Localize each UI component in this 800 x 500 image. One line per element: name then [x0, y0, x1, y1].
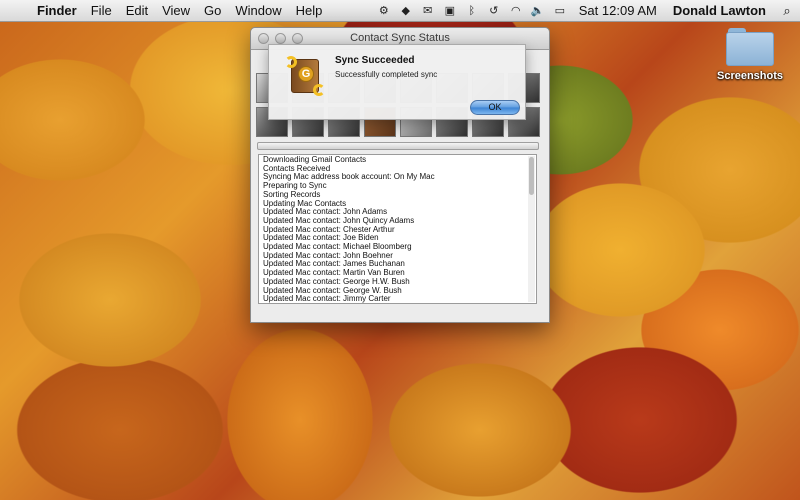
sync-log[interactable]: Downloading Gmail Contacts Contacts Recei… — [258, 154, 537, 304]
user-menu[interactable]: Donald Lawton — [665, 3, 774, 18]
menu-file[interactable]: File — [84, 3, 119, 18]
menu-window[interactable]: Window — [228, 3, 288, 18]
menu-view[interactable]: View — [155, 3, 197, 18]
menu-clock[interactable]: Sat 12:09 AM — [571, 3, 665, 18]
envelope-icon[interactable]: ✉ — [417, 0, 439, 22]
log-line: Updated Mac contact: Jimmy Carter — [263, 294, 391, 304]
bluetooth-icon[interactable]: ᛒ — [461, 0, 483, 22]
sync-progress-bar — [257, 142, 539, 150]
battery-icon[interactable]: ▭ — [549, 0, 571, 22]
display-icon[interactable]: ▣ — [439, 0, 461, 22]
menu-edit[interactable]: Edit — [119, 3, 155, 18]
menu-finder[interactable]: Finder — [30, 3, 84, 18]
menu-bar: Finder File Edit View Go Window Help ⚙ ◆… — [0, 0, 800, 22]
window-title: Contact Sync Status — [350, 32, 450, 44]
folder-icon — [726, 28, 774, 66]
alert-heading: Sync Succeeded — [335, 55, 415, 66]
contact-sync-app-icon: G — [285, 56, 325, 96]
time-machine-icon[interactable]: ↺ — [483, 0, 505, 22]
log-scroll-thumb[interactable] — [529, 157, 534, 195]
log-scrollbar[interactable] — [528, 156, 535, 302]
menu-extras: ⚙ ◆ ✉ ▣ ᛒ ↺ ◠ 🔈 ▭ Sat 12:09 AM Donald La… — [373, 0, 800, 22]
wifi-icon[interactable]: ◠ — [505, 0, 527, 22]
ok-button[interactable]: OK — [470, 100, 520, 115]
menu-help[interactable]: Help — [289, 3, 330, 18]
desktop-folder-label: Screenshots — [716, 70, 784, 82]
sync-alert-sheet: G Sync Succeeded Successfully completed … — [268, 44, 526, 120]
menu-go[interactable]: Go — [197, 3, 228, 18]
alert-message: Successfully completed sync — [335, 70, 438, 79]
spotlight-icon[interactable]: ⌕ — [774, 3, 800, 19]
desktop-folder-screenshots[interactable]: Screenshots — [710, 24, 790, 90]
dropbox-icon[interactable]: ◆ — [395, 0, 417, 22]
gear-icon[interactable]: ⚙ — [373, 0, 395, 22]
volume-icon[interactable]: 🔈 — [527, 0, 549, 22]
